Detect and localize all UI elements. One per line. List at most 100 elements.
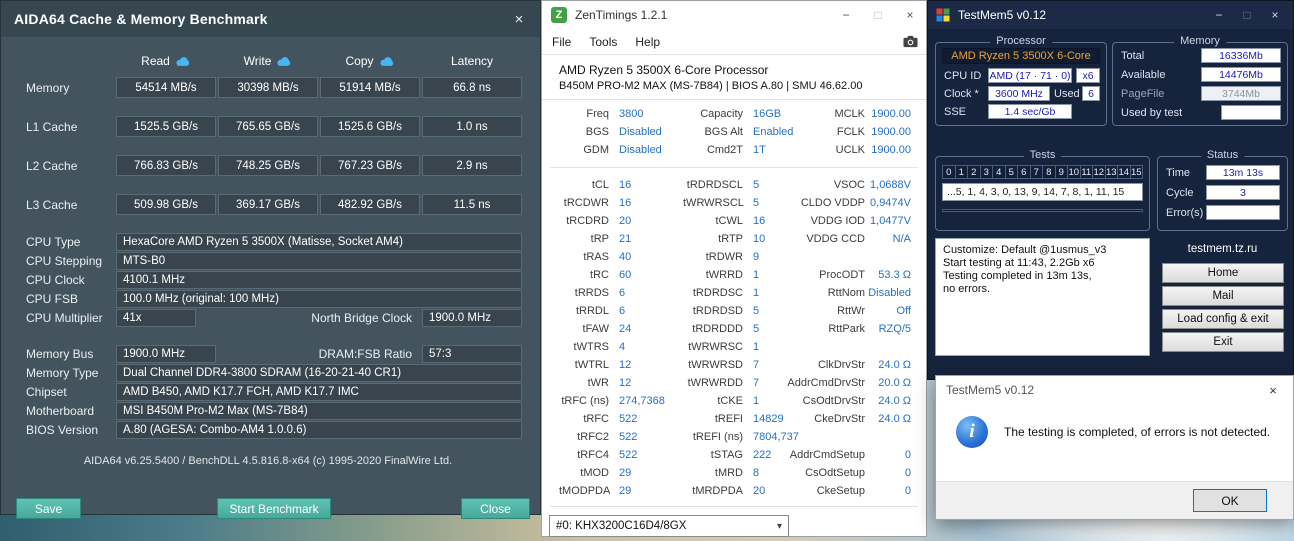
timing-label: tRC xyxy=(590,269,609,281)
timings-row: tRCDRD 20 tCWL 16 VDDG IOD 1,0477V xyxy=(559,212,926,230)
zentimings-titlebar[interactable]: Z ZenTimings 1.2.1 − □ × xyxy=(542,1,926,29)
minimize-icon[interactable]: − xyxy=(1205,1,1233,29)
test-cell: 11 xyxy=(1080,165,1093,179)
cloud-compare-icon[interactable] xyxy=(379,56,395,67)
close-icon[interactable]: × xyxy=(894,1,926,29)
timing-value: 40 xyxy=(619,251,632,263)
mail-button[interactable]: Mail xyxy=(1162,286,1284,306)
timing-value: Disabled xyxy=(619,144,662,156)
cycle-label: Cycle xyxy=(1166,187,1194,199)
menu-file[interactable]: File xyxy=(552,35,571,49)
exit-button[interactable]: Exit xyxy=(1162,332,1284,352)
timings-row: tRCDWR 16 tWRWRSCL 5 CLDO VDDP 0,9474V xyxy=(559,194,926,212)
memory-type-value: Dual Channel DDR4-3800 SDRAM (16-20-21-4… xyxy=(116,364,522,382)
l1-copy-value: 1525.6 GB/s xyxy=(320,116,420,137)
timings-row: tRFC4 522 tSTAG 222 AddrCmdSetup 0 xyxy=(559,446,926,464)
test-cell: 12 xyxy=(1093,165,1106,179)
status-group-label: Status xyxy=(1200,149,1245,161)
row-label: BIOS Version xyxy=(26,423,99,437)
timing-value: 3800 xyxy=(619,108,644,120)
maximize-icon[interactable]: □ xyxy=(862,1,894,29)
aida64-titlebar[interactable]: AIDA64 Cache & Memory Benchmark × xyxy=(1,1,540,37)
zentimings-window: Z ZenTimings 1.2.1 − □ × File Tools Help… xyxy=(541,0,927,537)
timings-row: tRRDL 6 tRDRDSD 5 RttWr Off xyxy=(559,302,926,320)
screenshot-camera-icon[interactable] xyxy=(903,35,918,48)
timing-label: ProcODT xyxy=(819,269,865,281)
timing-value: 7804,737 xyxy=(753,431,799,443)
cloud-compare-icon[interactable] xyxy=(276,56,292,67)
tests-group: Tests 0 1 2 3 4 5 6 7 8 9 10 11 12 13 14 15 ...5, 1, 4,… xyxy=(935,149,1150,231)
testmem5-title: TestMem5 v0.12 xyxy=(958,8,1047,22)
memory-copy-value: 51914 MB/s xyxy=(320,77,420,98)
cloud-compare-icon[interactable] xyxy=(175,56,191,67)
close-icon[interactable]: × xyxy=(1261,1,1289,29)
timing-value: 24.0 Ω xyxy=(878,413,911,425)
timing-label: CsOdtSetup xyxy=(805,467,865,479)
test-cell: 15 xyxy=(1130,165,1143,179)
timing-label: RttNom xyxy=(827,287,865,299)
home-button[interactable]: Home xyxy=(1162,263,1284,283)
l1-write-value: 765.65 GB/s xyxy=(218,116,318,137)
timing-value: 24.0 Ω xyxy=(878,395,911,407)
timing-label: tREFI (ns) xyxy=(692,431,743,443)
l2-latency-value: 2.9 ns xyxy=(422,155,522,176)
ok-button[interactable]: OK xyxy=(1193,489,1267,512)
timings-row: tRRDS 6 tRDRDSC 1 RttNom Disabled xyxy=(559,284,926,302)
timing-label: VDDG IOD xyxy=(810,215,865,227)
north-bridge-label: North Bridge Clock xyxy=(311,311,412,325)
aida64-title: AIDA64 Cache & Memory Benchmark xyxy=(14,11,268,27)
row-label: CPU Multiplier xyxy=(26,311,103,325)
test-sequence-list[interactable]: ...5, 1, 4, 3, 0, 13, 9, 14, 7, 8, 1, 11… xyxy=(942,183,1143,201)
timings-grid: Freq 3800 Capacity 16GB MCLK 1900.00 BGS Disab… xyxy=(542,100,926,500)
test-cell: 10 xyxy=(1068,165,1081,179)
separator xyxy=(550,506,918,507)
timing-value: 6 xyxy=(619,287,626,299)
timings-row: tRFC (ns) 274,7368 tCKE 1 CsOdtDrvStr 24.0 Ω xyxy=(559,392,926,410)
timing-value: 6 xyxy=(619,305,626,317)
close-icon[interactable]: × xyxy=(504,6,534,32)
timing-label: tWRWRSD xyxy=(688,359,743,371)
dialog-footer: OK xyxy=(936,481,1293,519)
cpu-type-value: HexaCore AMD Ryzen 5 3500X (Matisse, Soc… xyxy=(116,233,522,251)
total-label: Total xyxy=(1121,50,1145,62)
close-icon[interactable]: × xyxy=(1253,376,1293,404)
dram-module-select[interactable]: #0: KHX3200C16D4/8GX ▾ xyxy=(549,515,789,537)
chipset-value: AMD B450, AMD K17.7 FCH, AMD K17.7 IMC xyxy=(116,383,522,401)
cpu-clock-value: 4100.1 MHz xyxy=(116,271,522,289)
bench-row-l3: L3 Cache 509.98 GB/s 369.17 GB/s 482.92 GB/… xyxy=(14,194,540,215)
timing-label: tWRWRSC xyxy=(688,341,743,353)
load-config-exit-button[interactable]: Load config & exit xyxy=(1162,309,1284,329)
menu-tools[interactable]: Tools xyxy=(589,35,617,49)
timing-value: 0,9474V xyxy=(870,197,911,209)
row-label: Memory xyxy=(26,80,70,95)
l1-read-value: 1525.5 GB/s xyxy=(116,116,216,137)
timing-value: 1 xyxy=(753,395,760,407)
test-cell: 4 xyxy=(993,165,1006,179)
copy-label: Copy xyxy=(345,54,374,68)
close-button[interactable]: Close xyxy=(461,498,530,519)
menu-help[interactable]: Help xyxy=(635,35,660,49)
maximize-icon[interactable]: □ xyxy=(1233,1,1261,29)
save-button[interactable]: Save xyxy=(16,498,81,519)
row-label: L1 Cache xyxy=(26,119,78,134)
start-benchmark-button[interactable]: Start Benchmark xyxy=(217,498,331,519)
log-line: Customize: Default @1usmus_v3 xyxy=(943,244,1107,256)
minimize-icon[interactable]: − xyxy=(830,1,862,29)
timing-value: 0 xyxy=(904,449,911,461)
timing-label: tRRDL xyxy=(575,305,609,317)
timing-value: 0 xyxy=(904,485,911,497)
dialog-titlebar[interactable]: TestMem5 v0.12 × xyxy=(936,376,1293,404)
timing-label: tWRRD xyxy=(705,269,743,281)
timing-label: tWRWRSCL xyxy=(683,197,744,209)
timing-label: tMODPDA xyxy=(559,485,611,497)
used-by-test-label: Used by test xyxy=(1121,107,1183,119)
row-label: Motherboard xyxy=(26,404,95,418)
timing-value: 21 xyxy=(619,233,632,245)
aida64-button-row: Save Start Benchmark Close xyxy=(1,498,540,520)
timing-label: BGS xyxy=(585,126,609,138)
timing-label: tRDRDSC xyxy=(692,287,743,299)
timing-label: CkeSetup xyxy=(816,485,865,497)
testmem5-titlebar[interactable]: TestMem5 v0.12 − □ × xyxy=(928,1,1293,29)
memory-bus-value: 1900.0 MHz xyxy=(116,345,216,363)
timing-label: GDM xyxy=(583,144,609,156)
